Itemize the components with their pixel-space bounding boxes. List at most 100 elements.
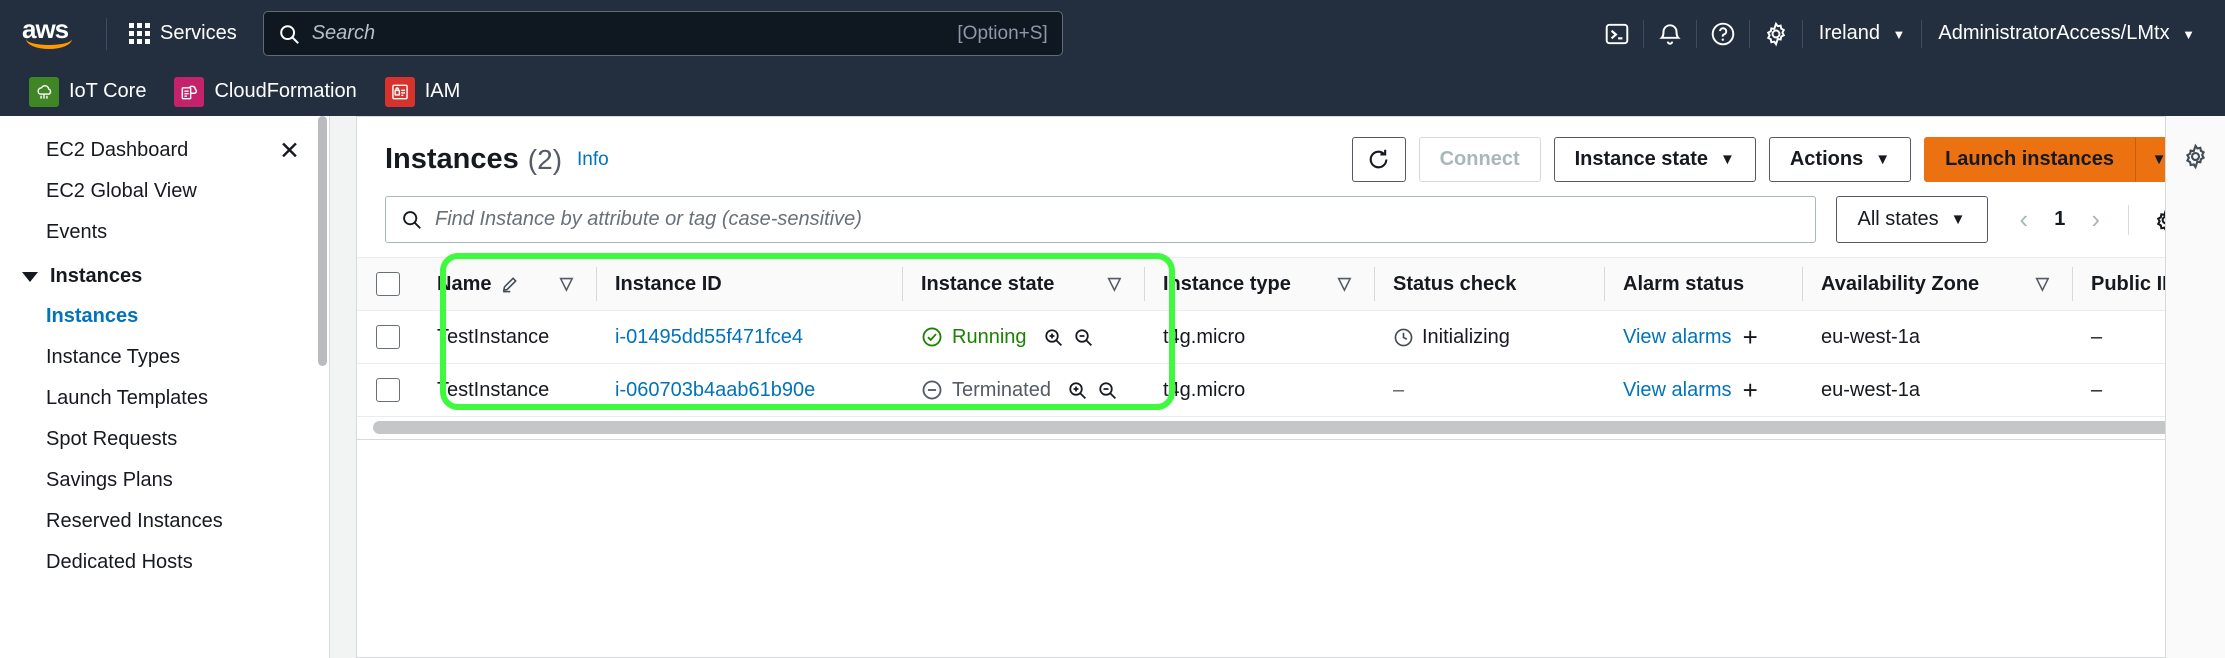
view-alarms-link[interactable]: View alarms	[1623, 326, 1732, 349]
column-label: Name	[437, 272, 492, 295]
column-name[interactable]: Name ▽	[419, 257, 597, 311]
cell-name: TestInstance	[419, 310, 597, 364]
sidebar-scrollbar[interactable]	[318, 116, 327, 366]
cloudshell-icon[interactable]	[1591, 12, 1643, 56]
global-search-input[interactable]: Search [Option+S]	[262, 11, 1063, 56]
select-all-checkbox[interactable]	[376, 272, 400, 296]
table-horizontal-scrollbar[interactable]	[357, 417, 2225, 439]
cloudformation-icon	[174, 76, 205, 107]
app-grid-icon	[129, 23, 150, 44]
launch-instances-split-button: Launch instances ▼	[1924, 137, 2183, 182]
ec2-sidebar: EC2 Dashboard ✕ EC2 Global View Events I…	[0, 116, 330, 658]
help-question-icon[interactable]	[1697, 12, 1749, 56]
add-alarm-plus-icon[interactable]: +	[1743, 377, 1758, 403]
scrollbar-thumb[interactable]	[373, 421, 2219, 434]
top-nav-right-group: Ireland ▼ AdministratorAccess/LMtx ▼	[1591, 0, 2211, 67]
iot-core-icon	[29, 76, 59, 107]
sidebar-item-spot-requests[interactable]: Spot Requests	[0, 419, 330, 460]
table-header: Name ▽ Instance ID Instance state ▽ Inst…	[357, 257, 2225, 311]
row-checkbox[interactable]	[376, 378, 400, 402]
table-row[interactable]: TestInstance i-01495dd55f471fce4 Running…	[357, 310, 2225, 364]
favorite-iam[interactable]: IAM	[376, 72, 470, 112]
search-icon	[403, 211, 421, 229]
sidebar-group-instances[interactable]: Instances	[0, 253, 330, 296]
aws-logo-smile	[26, 39, 72, 49]
column-select-all	[357, 257, 419, 311]
chevron-down-icon: ▼	[1950, 211, 1966, 228]
launch-instances-label: Launch instances	[1945, 148, 2114, 170]
sidebar-item-label: Spot Requests	[46, 428, 178, 450]
sidebar-item-label: EC2 Global View	[46, 180, 197, 202]
settings-gear-icon[interactable]	[1750, 12, 1802, 56]
column-label: Alarm status	[1623, 272, 1745, 295]
column-instance-type[interactable]: Instance type ▽	[1145, 257, 1375, 311]
cell-instance-id: i-060703b4aab61b90e	[597, 363, 903, 417]
clock-icon	[1394, 328, 1413, 346]
column-label: Availability Zone	[1821, 272, 1980, 295]
launch-instances-button[interactable]: Launch instances	[1924, 137, 2135, 182]
region-selector[interactable]: Ireland ▼	[1803, 12, 1922, 55]
sidebar-item-reserved-instances[interactable]: Reserved Instances	[0, 501, 330, 542]
column-availability-zone[interactable]: Availability Zone ▽	[1803, 257, 2073, 311]
column-instance-state[interactable]: Instance state ▽	[903, 257, 1145, 311]
connect-button[interactable]: Connect	[1418, 137, 1541, 182]
cell-availability-zone: eu-west-1a	[1803, 363, 2073, 417]
instance-count: (2)	[527, 143, 563, 175]
all-states-dropdown[interactable]: All states ▼	[1835, 196, 1988, 243]
favorite-label: IAM	[424, 80, 461, 102]
aws-logo[interactable]: aws	[22, 16, 84, 49]
cell-instance-type: t4g.micro	[1145, 363, 1375, 417]
sidebar-item-events[interactable]: Events	[0, 212, 330, 253]
notifications-bell-icon[interactable]	[1644, 12, 1696, 56]
sidebar-item-savings-plans[interactable]: Savings Plans	[0, 460, 330, 501]
sort-caret-icon[interactable]: ▽	[560, 274, 579, 294]
sidebar-item-label: Instances	[46, 305, 139, 327]
instance-id-link[interactable]: i-01495dd55f471fce4	[615, 326, 803, 348]
page-title: Instances	[385, 143, 519, 175]
row-checkbox[interactable]	[376, 325, 400, 349]
sidebar-item-ec2-dashboard[interactable]: EC2 Dashboard ✕	[0, 130, 330, 171]
page-prev-button[interactable]: ‹	[2008, 200, 2041, 239]
chevron-down-icon	[22, 271, 38, 282]
close-icon[interactable]: ✕	[279, 138, 300, 163]
favorite-label: IoT Core	[69, 80, 147, 102]
sort-caret-icon[interactable]: ▽	[1338, 274, 1357, 294]
settings-gear-icon[interactable]	[2174, 134, 2218, 178]
zoom-in-icon[interactable]	[1067, 380, 1088, 401]
zoom-out-icon[interactable]	[1073, 327, 1094, 348]
sidebar-item-ec2-global-view[interactable]: EC2 Global View	[0, 171, 330, 212]
sidebar-item-instance-types[interactable]: Instance Types	[0, 337, 330, 378]
add-alarm-plus-icon[interactable]: +	[1743, 324, 1758, 350]
table-row[interactable]: TestInstance i-060703b4aab61b90e Termina…	[357, 363, 2225, 417]
sidebar-item-launch-templates[interactable]: Launch Templates	[0, 378, 330, 419]
instance-id-link[interactable]: i-060703b4aab61b90e	[615, 379, 815, 401]
info-link[interactable]: Info	[577, 149, 609, 171]
view-alarms-link[interactable]: View alarms	[1623, 379, 1732, 402]
all-states-label: All states	[1857, 208, 1939, 230]
favorite-cloudformation[interactable]: CloudFormation	[165, 72, 365, 112]
sidebar-group-label: Instances	[50, 265, 143, 287]
page-next-button[interactable]: ›	[2079, 200, 2112, 239]
sidebar-item-label: EC2 Dashboard	[46, 139, 189, 161]
zoom-in-icon[interactable]	[1043, 327, 1064, 348]
favorite-label: CloudFormation	[214, 80, 357, 102]
refresh-button[interactable]	[1351, 137, 1406, 182]
instance-search-input[interactable]: Find Instance by attribute or tag (case-…	[385, 196, 1816, 243]
actions-dropdown[interactable]: Actions ▼	[1768, 137, 1912, 182]
table-bottom-border	[357, 439, 2225, 440]
filter-row: Find Instance by attribute or tag (case-…	[357, 192, 2225, 257]
favorite-iot-core[interactable]: IoT Core	[20, 72, 155, 112]
check-circle-icon	[922, 327, 942, 347]
sidebar-item-dedicated-hosts[interactable]: Dedicated Hosts	[0, 542, 330, 583]
sort-caret-icon[interactable]: ▽	[1108, 274, 1127, 294]
instance-state-dropdown[interactable]: Instance state ▼	[1553, 137, 1756, 182]
page-number[interactable]: 1	[2046, 204, 2073, 235]
sort-caret-icon[interactable]: ▽	[2036, 274, 2055, 294]
account-menu[interactable]: AdministratorAccess/LMtx ▼	[1922, 12, 2211, 55]
right-rail	[2165, 116, 2225, 658]
sidebar-item-instances[interactable]: Instances	[0, 296, 330, 337]
edit-pencil-icon[interactable]	[500, 275, 519, 294]
chevron-down-icon: ▼	[1875, 151, 1891, 168]
zoom-out-icon[interactable]	[1097, 380, 1118, 401]
services-menu-button[interactable]: Services	[117, 14, 249, 53]
